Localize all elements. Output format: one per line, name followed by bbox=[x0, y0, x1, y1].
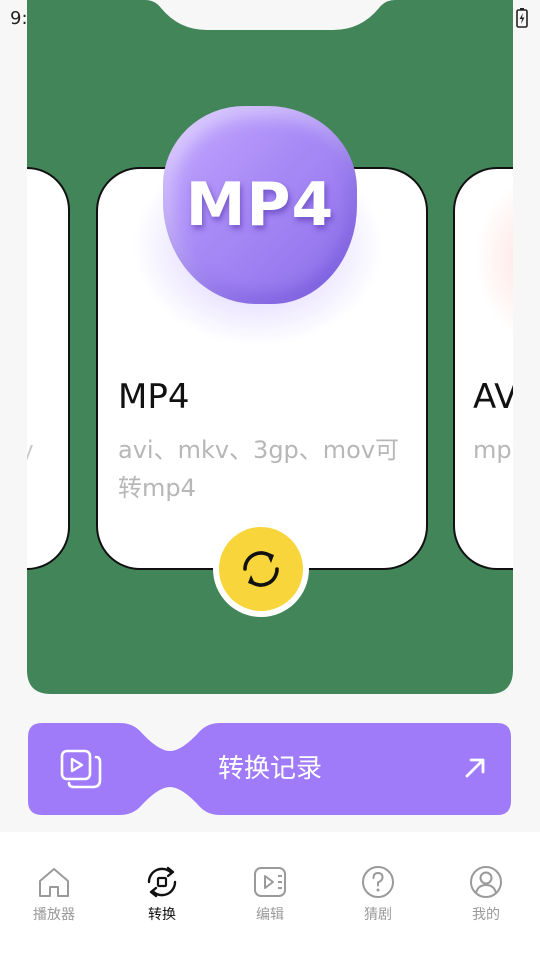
format-card-next[interactable]: AV mp可转 bbox=[453, 167, 513, 570]
home-icon bbox=[39, 868, 69, 897]
nav-label: 编辑 bbox=[256, 907, 284, 923]
nav-item-guess[interactable]: 猜剧 bbox=[328, 864, 428, 924]
question-icon bbox=[362, 866, 394, 898]
card-title: AV bbox=[473, 377, 513, 417]
nav-label: 播放器 bbox=[33, 907, 75, 923]
card-glow bbox=[475, 179, 513, 339]
battery-charging-icon bbox=[516, 8, 528, 28]
card-subtitle: avi、mkv、3gp、mov可转mp4 bbox=[118, 436, 400, 502]
card-subtitle: mp可转 bbox=[473, 436, 513, 464]
convert-button-face bbox=[219, 527, 303, 611]
nav-item-mine[interactable]: 我的 bbox=[436, 864, 536, 924]
badge-label: MP4 bbox=[185, 170, 335, 240]
bottom-navigation: 播放器 转换 编辑 猜剧 我的 bbox=[0, 832, 540, 960]
arrow-up-right-icon bbox=[465, 758, 485, 778]
nav-item-player[interactable]: 播放器 bbox=[4, 864, 104, 924]
user-icon bbox=[470, 866, 502, 898]
nav-label: 转换 bbox=[148, 907, 176, 923]
refresh-icon bbox=[243, 551, 279, 587]
convert-icon bbox=[147, 866, 177, 898]
mp4-badge: MP4 bbox=[133, 106, 383, 346]
nav-item-edit[interactable]: 编辑 bbox=[220, 864, 320, 924]
format-card-previous[interactable]: y bbox=[27, 167, 70, 570]
card-subtitle-fragment: y bbox=[27, 437, 33, 465]
format-carousel[interactable]: y MP4 avi、mkv、3gp、mov可转mp4 AV mp可转 MP4 bbox=[27, 0, 513, 694]
conversion-history-button[interactable]: 转换记录 bbox=[28, 723, 511, 815]
video-stack-icon bbox=[60, 749, 102, 789]
edit-video-icon bbox=[254, 867, 286, 897]
nav-label: 我的 bbox=[472, 907, 500, 923]
card-title: MP4 bbox=[118, 377, 190, 417]
nav-label: 猜剧 bbox=[364, 907, 392, 923]
nav-item-convert[interactable]: 转换 bbox=[112, 864, 212, 924]
convert-button[interactable] bbox=[213, 521, 309, 617]
history-label: 转换记录 bbox=[217, 754, 322, 784]
